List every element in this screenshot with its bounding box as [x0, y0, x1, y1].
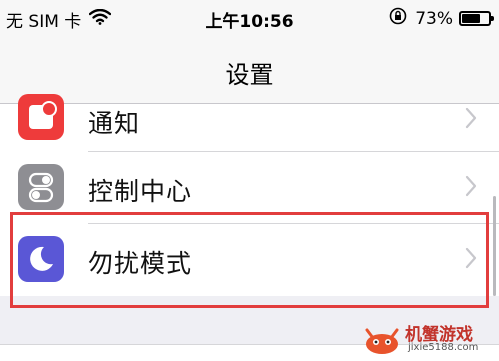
- battery-percent: 73%: [415, 8, 453, 29]
- settings-row-label: 控制中心: [88, 177, 193, 206]
- orientation-lock-icon: [389, 7, 407, 30]
- chevron-right-icon: [465, 175, 477, 197]
- highlight-box: [10, 212, 489, 308]
- status-bar: 无 SIM 卡 上午10:56 73%: [0, 0, 499, 38]
- battery-icon: [459, 11, 494, 26]
- watermark-url: jixie5188.com: [408, 342, 479, 353]
- settings-row-label: 通知: [88, 109, 141, 138]
- page-title: 设置: [225, 61, 274, 89]
- notification-icon-square: [29, 101, 57, 129]
- status-right: 73%: [389, 7, 494, 30]
- control-center-icon: [18, 164, 64, 210]
- notification-icon: [18, 94, 64, 140]
- notification-icon-dot: [41, 101, 57, 117]
- chevron-right-icon: [465, 107, 477, 129]
- navigation-bar: 设置: [0, 38, 499, 104]
- watermark-logo-icon: [365, 328, 399, 354]
- settings-row-notifications[interactable]: 通知: [0, 94, 499, 152]
- scrollbar[interactable]: [493, 196, 496, 296]
- watermark: 机蟹游戏 jixie5188.com: [361, 318, 495, 358]
- battery-fill: [462, 14, 480, 23]
